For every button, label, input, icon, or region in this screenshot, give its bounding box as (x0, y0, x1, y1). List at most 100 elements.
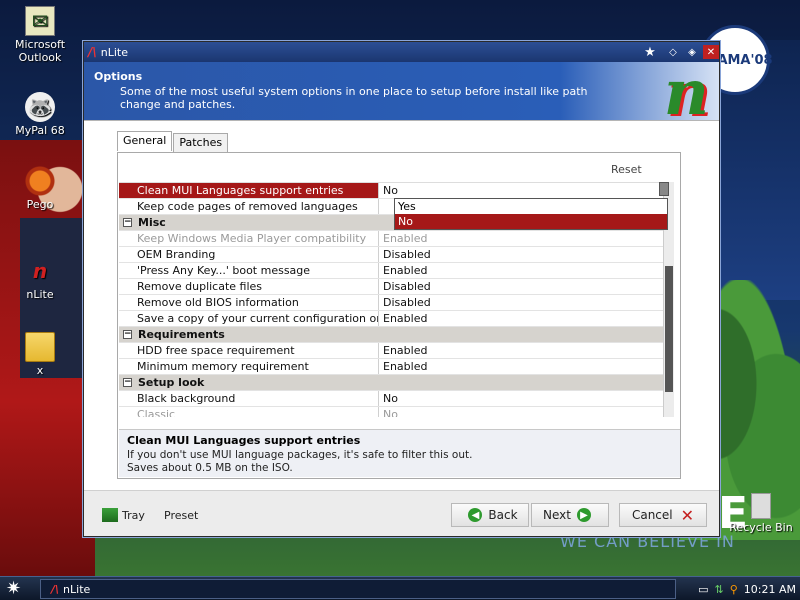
page-description: Some of the most useful system options i… (120, 85, 588, 111)
grid-option-row[interactable]: Remove old BIOS information Disabled (119, 295, 671, 311)
grid-option-row[interactable]: Minimum memory requirement Enabled (119, 359, 671, 375)
search-icon[interactable]: ⚲ (730, 583, 738, 596)
desktop-icon-pego[interactable]: Pego (5, 166, 75, 211)
collapse-icon[interactable]: − (123, 378, 132, 387)
category-label: Setup look (138, 376, 205, 389)
dropdown-option-no[interactable]: No (395, 214, 667, 229)
grid-option-row[interactable]: 'Press Any Key...' boot message Enabled (119, 263, 671, 279)
network-icon[interactable]: ⇅ (715, 583, 724, 596)
collapse-icon[interactable]: − (123, 218, 132, 227)
page-title: Options (94, 70, 143, 83)
option-name: Clean MUI Languages support entries (119, 183, 379, 198)
nlite-window: /\ nLite ★ ◇ ◈ ✕ Options Some of the mos… (83, 41, 720, 537)
tab-general[interactable]: General (117, 131, 173, 151)
reset-button[interactable]: Reset (611, 163, 642, 176)
option-value[interactable]: Disabled (379, 279, 671, 294)
tray-icon (102, 508, 118, 522)
taskbar-item-label: nLite (63, 582, 91, 596)
preset-button[interactable]: Preset (164, 503, 198, 527)
grid-category-row[interactable]: − Requirements (119, 327, 671, 343)
option-name: HDD free space requirement (119, 343, 379, 358)
desktop-icon-label: Pego (26, 198, 54, 211)
dropdown-option-yes[interactable]: Yes (395, 199, 667, 214)
tray-label: Tray (122, 508, 145, 522)
content-area: General Patches Reset Clean MUI Language… (84, 120, 719, 490)
option-value[interactable]: Disabled (379, 247, 671, 262)
desktop-icon-label: Microsoft Outlook (14, 38, 66, 64)
system-tray: ▭ ⇅ ⚲ 10:21 AM (692, 579, 796, 599)
title-bar[interactable]: /\ nLite ★ ◇ ◈ ✕ (84, 42, 719, 62)
back-button[interactable]: ◀ Back (451, 503, 529, 527)
close-icon: ✕ (680, 505, 695, 525)
restore-button[interactable]: ◈ (684, 45, 700, 59)
options-header: Options Some of the most useful system o… (84, 62, 719, 120)
option-value[interactable]: Enabled (379, 343, 671, 358)
dropdown-arrow-icon[interactable] (659, 182, 669, 196)
value-dropdown-list: Yes No (394, 198, 668, 230)
description-box: Clean MUI Languages support entries If y… (119, 429, 680, 477)
cancel-label: Cancel (631, 508, 673, 522)
option-value[interactable]: Enabled (379, 311, 671, 326)
option-name: Minimum memory requirement (119, 359, 379, 374)
taskbar-item-nlite[interactable]: /\ nLite (40, 579, 676, 599)
grid-option-row[interactable]: Remove duplicate files Disabled (119, 279, 671, 295)
outlook-icon: ✉ (25, 6, 55, 36)
next-button[interactable]: Next ▶ (531, 503, 609, 527)
grid-option-row[interactable]: Keep Windows Media Player compatibility E… (119, 231, 671, 247)
description-text: If you don't use MUI language packages, … (127, 449, 473, 461)
description-title: Clean MUI Languages support entries (127, 434, 361, 447)
desktop-icon-mypal[interactable]: 🦝 MyPal 68 (5, 92, 75, 137)
option-name: Keep Windows Media Player compatibility (119, 231, 379, 246)
folder-icon (25, 332, 55, 362)
desktop-icon-label: nLite (26, 288, 54, 301)
desktop-icon-outlook[interactable]: ✉ Microsoft Outlook (5, 6, 75, 64)
close-button[interactable]: ✕ (703, 45, 719, 59)
option-name: Black background (119, 391, 379, 406)
taskbar: ✷ /\ nLite ▭ ⇅ ⚲ 10:21 AM (0, 576, 800, 600)
tray-button[interactable]: Tray (102, 503, 145, 527)
desktop-icon-label: x (36, 364, 44, 377)
grid-option-row[interactable]: Save a copy of your current configuratio… (119, 311, 671, 327)
desktop-icon-folder[interactable]: x (5, 332, 75, 377)
option-value[interactable]: No (379, 391, 671, 406)
option-value[interactable]: Disabled (379, 295, 671, 310)
window-title: nLite (100, 45, 129, 59)
option-name: 'Press Any Key...' boot message (119, 263, 379, 278)
grid-option-row[interactable]: Classic No (119, 407, 671, 417)
start-button[interactable]: ✷ (6, 578, 21, 599)
option-value[interactable]: No (379, 407, 671, 417)
collapse-icon[interactable]: − (123, 330, 132, 339)
option-value[interactable]: Enabled (379, 263, 671, 278)
option-name: Keep code pages of removed languages (119, 199, 379, 214)
option-name: Save a copy of your current configuratio… (119, 311, 379, 326)
recycle-bin-icon (751, 493, 771, 519)
grid-option-row[interactable]: HDD free space requirement Enabled (119, 343, 671, 359)
option-name: OEM Branding (119, 247, 379, 262)
desktop-icon-recycle-bin[interactable]: Recycle Bin (726, 493, 796, 534)
clock: 10:21 AM (743, 582, 796, 596)
preset-label: Preset (164, 508, 199, 522)
back-arrow-icon: ◀ (468, 508, 483, 522)
next-label: Next (543, 508, 571, 522)
tab-strip: General Patches (117, 131, 229, 153)
minimize-button[interactable]: ◇ (665, 45, 681, 59)
tab-patches[interactable]: Patches (173, 133, 229, 153)
option-value[interactable]: Enabled (379, 359, 671, 374)
category-label: Requirements (138, 328, 225, 341)
star-icon[interactable]: ★ (642, 45, 658, 60)
cancel-button[interactable]: Cancel ✕ (619, 503, 707, 527)
grid-option-row[interactable]: Black background No (119, 391, 671, 407)
desktop-icon-nlite[interactable]: n nLite (5, 256, 75, 301)
option-value[interactable]: Enabled (379, 231, 671, 246)
option-value[interactable]: No (379, 183, 671, 198)
grid-category-row[interactable]: − Setup look (119, 375, 671, 391)
scrollbar-thumb[interactable] (665, 266, 673, 392)
keyboard-icon[interactable]: ▭ (698, 583, 708, 596)
next-arrow-icon: ▶ (576, 508, 591, 522)
general-tab-panel: Reset Clean MUI Languages support entrie… (117, 152, 681, 479)
category-label: Misc (138, 216, 166, 229)
grid-option-row[interactable]: OEM Branding Disabled (119, 247, 671, 263)
pego-icon (25, 166, 55, 196)
grid-option-row[interactable]: Clean MUI Languages support entries No (119, 183, 671, 199)
nlite-logo-icon: n (663, 62, 709, 120)
